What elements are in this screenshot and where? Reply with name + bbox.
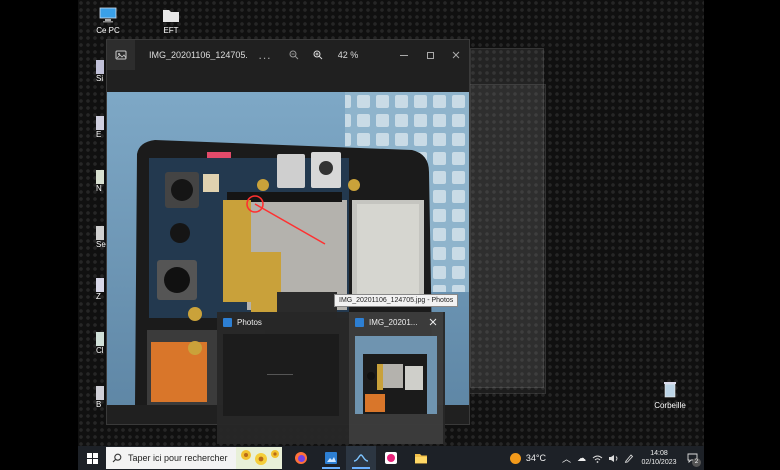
app-icon	[96, 386, 104, 400]
more-options-button[interactable]: ...	[255, 40, 275, 70]
app-icon	[96, 60, 104, 74]
zoom-out-icon	[289, 50, 299, 60]
desktop-icon-label: B	[96, 400, 102, 409]
app-icon	[96, 116, 104, 130]
thumbnail-image-window[interactable]: IMG_20201...	[349, 312, 443, 444]
desktop-icon-label: Si	[96, 74, 104, 83]
desktop-icon-this-pc[interactable]: Ce PC	[86, 6, 130, 35]
taskbar-thumbnail-panel: Photos IMG_20201...	[217, 312, 445, 444]
firefox-icon	[295, 452, 307, 464]
zoom-in-icon	[313, 50, 323, 60]
folder-icon	[415, 454, 427, 464]
clock[interactable]: 14:08 02/10/2023	[638, 449, 680, 467]
desktop-icon-label: Ce PC	[96, 26, 120, 35]
taskbar-firefox[interactable]	[286, 446, 316, 470]
close-button[interactable]	[443, 40, 469, 70]
desktop-icon-partial[interactable]: E	[96, 116, 106, 139]
desktop-icon-label: EFT	[163, 26, 179, 35]
preview-content	[267, 374, 293, 375]
desktop-icon-eft-folder[interactable]: EFT	[149, 6, 193, 35]
flowers-decoration-icon	[236, 447, 282, 469]
taskbar-file-explorer[interactable]	[406, 446, 436, 470]
desktop-icon-partial[interactable]: Cl	[96, 332, 106, 355]
folder-icon	[161, 6, 181, 24]
close-icon	[452, 51, 460, 59]
desktop-icon-partial[interactable]: N	[96, 170, 106, 193]
maximize-icon	[426, 51, 434, 59]
record-app-icon	[385, 452, 397, 464]
maximize-button[interactable]	[417, 40, 443, 70]
photos-app-icon[interactable]	[107, 40, 135, 70]
minimize-button[interactable]	[391, 40, 417, 70]
thumbnail-photos[interactable]: Photos	[217, 312, 345, 444]
zoom-level[interactable]: 42 %	[329, 40, 367, 70]
pen-icon[interactable]	[624, 453, 634, 463]
desktop-icon-label: N	[96, 184, 102, 193]
desktop-icon-partial[interactable]: B	[96, 386, 106, 409]
minimize-icon	[400, 54, 408, 56]
desktop-icon-partial[interactable]: Z	[96, 278, 106, 301]
desktop-icon-partial[interactable]: Si	[96, 60, 106, 83]
taskbar-app-pink[interactable]	[376, 446, 406, 470]
windows-logo-icon	[86, 452, 98, 464]
recycle-bin-icon	[662, 380, 678, 398]
photos-app-icon	[223, 317, 232, 327]
notification-count-badge: 2	[692, 458, 701, 467]
system-tray: 34°C ︿ ☁ 14:08 02/10/2023 2	[509, 446, 704, 470]
weather-temperature: 34°C	[525, 453, 546, 463]
app-icon	[96, 226, 104, 240]
desktop-icon-partial[interactable]: Se	[96, 226, 106, 249]
search-input[interactable]: Taper ici pour rechercher	[106, 447, 282, 469]
photos-titlebar[interactable]: IMG_20201106_124705.j... ... 42 %	[107, 40, 469, 70]
computer-icon	[98, 6, 118, 24]
zoom-in-button[interactable]	[307, 40, 329, 70]
notification-center-button[interactable]: 2	[680, 446, 704, 470]
desktop-icon-label: Cl	[96, 346, 104, 355]
zoom-out-button[interactable]	[283, 40, 305, 70]
thumbnail-preview	[223, 334, 339, 416]
start-button[interactable]	[78, 446, 106, 470]
photos-app-icon	[325, 452, 337, 464]
desktop-icon-label: Se	[96, 240, 106, 249]
close-icon[interactable]	[429, 318, 437, 326]
background-window-ghost	[462, 84, 546, 394]
waveform-app-icon	[353, 454, 369, 462]
app-icon	[96, 332, 104, 346]
desktop-icon-label: E	[96, 130, 102, 139]
desktop-icon-recycle-bin[interactable]: Corbeille	[648, 380, 692, 410]
weather-widget[interactable]: 34°C	[509, 452, 546, 464]
network-icon[interactable]	[592, 454, 603, 463]
sun-icon	[509, 452, 521, 464]
app-icon	[96, 278, 104, 292]
search-icon	[112, 453, 122, 463]
taskbar-app-wave[interactable]	[346, 446, 376, 470]
window-title: IMG_20201106_124705.j...	[149, 50, 247, 60]
photos-app-icon	[355, 317, 364, 327]
thumbnail-label: IMG_20201...	[369, 317, 418, 327]
desktop-icon-label: Corbeille	[654, 401, 686, 410]
desktop-icon-label: Z	[96, 292, 101, 301]
app-icon	[96, 170, 104, 184]
clock-date: 02/10/2023	[641, 459, 677, 466]
clock-time: 14:08	[650, 450, 668, 457]
cloud-icon[interactable]: ☁	[577, 453, 586, 464]
chevron-up-icon[interactable]: ︿	[562, 452, 571, 465]
taskbar: Taper ici pour rechercher 34°C ︿ ☁ 14:08	[78, 446, 704, 470]
thumbnail-preview	[355, 336, 437, 414]
thumbnail-label: Photos	[237, 317, 262, 327]
search-placeholder: Taper ici pour rechercher	[128, 453, 228, 463]
volume-icon[interactable]	[608, 454, 619, 463]
taskbar-tooltip: IMG_20201106_124705.jpg - Photos	[334, 294, 459, 307]
taskbar-photos[interactable]	[316, 446, 346, 470]
